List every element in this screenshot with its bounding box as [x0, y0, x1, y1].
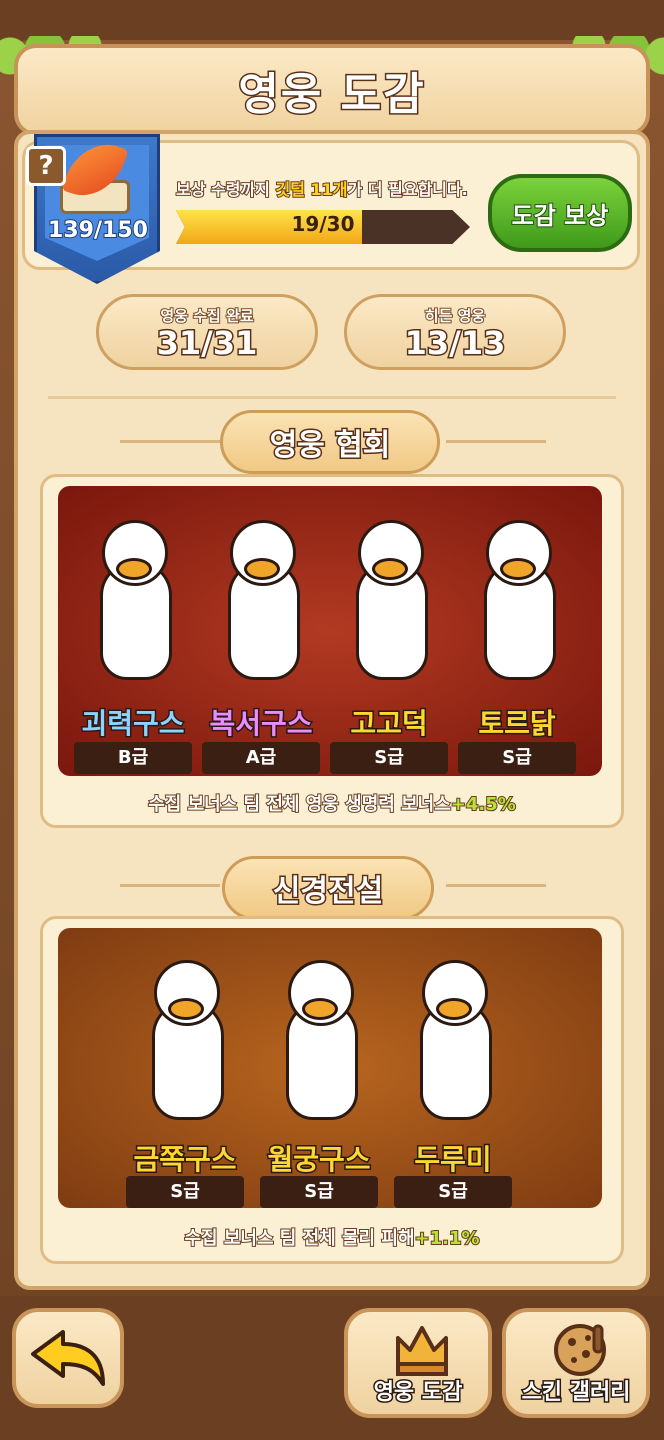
stat-label: 영웅 수집 완료 — [159, 306, 254, 326]
cookie-icon — [554, 1324, 606, 1376]
hero-grade: A급 — [202, 742, 320, 774]
section-title: 영웅 협회 — [220, 410, 440, 474]
stat-value: 13/13 — [403, 324, 507, 362]
hero-grade: B급 — [74, 742, 192, 774]
hero-name: 괴력구스 — [80, 706, 186, 742]
stat-hidden: 히든 영웅 13/13 — [344, 294, 566, 370]
divider — [48, 396, 616, 399]
hero-portrait — [146, 950, 226, 1120]
ornament-line — [446, 884, 546, 887]
collection-reward-button[interactable]: 도감 보상 — [488, 174, 632, 252]
hero-grade: S급 — [126, 1176, 244, 1208]
hero-grade: S급 — [458, 742, 576, 774]
stat-label: 히든 영웅 — [424, 306, 486, 326]
tab-label: 영웅 도감 — [372, 1379, 464, 1407]
section-title: 신경전설 — [222, 856, 434, 920]
hero-portrait — [94, 510, 174, 680]
hero-name: 토르닭 — [477, 706, 557, 742]
hero-grade: S급 — [330, 742, 448, 774]
ornament-line — [120, 884, 220, 887]
hero-name: 복서구스 — [208, 706, 314, 742]
stat-value: 31/31 — [155, 324, 259, 362]
ornament-line — [120, 440, 220, 443]
page-title: 영웅 도감 — [237, 68, 426, 122]
hero-name: 월궁구스 — [266, 1142, 372, 1178]
hero-grade: S급 — [394, 1176, 512, 1208]
hero-name: 금쪽구스 — [132, 1142, 238, 1178]
hero-portrait — [280, 950, 360, 1120]
hero-portrait — [222, 510, 302, 680]
collection-bonus: 수집 보너스 팀 전체 영웅 생명력 보너스+4.5% — [147, 793, 517, 816]
tab-label: 스킨 갤러리 — [520, 1379, 632, 1407]
back-arrow-icon — [31, 1330, 105, 1386]
tab-hero-collection[interactable]: 영웅 도감 — [344, 1308, 492, 1418]
hero-portrait — [414, 950, 494, 1120]
ornament-line — [446, 440, 546, 443]
badge-count: 139/150 — [47, 217, 149, 244]
crown-icon — [396, 1326, 448, 1376]
hero-name: 고고덕 — [349, 706, 429, 742]
hero-portrait — [478, 510, 558, 680]
reward-notice: 보상 수령까지 깃털 11개가 더 필요합니다. — [175, 179, 469, 200]
progress-text: 19/30 — [291, 212, 355, 236]
title-bar: 영웅 도감 — [14, 44, 650, 136]
hero-portrait — [350, 510, 430, 680]
collection-bonus: 수집 보너스 팀 전체 물리 피해+1.1% — [183, 1227, 480, 1250]
stat-collected: 영웅 수집 완료 31/31 — [96, 294, 318, 370]
hero-grade: S급 — [260, 1176, 378, 1208]
back-button[interactable] — [12, 1308, 124, 1408]
tab-skin-gallery[interactable]: 스킨 갤러리 — [502, 1308, 650, 1418]
question-icon[interactable]: ? — [26, 146, 66, 186]
hero-name: 두루미 — [413, 1142, 493, 1178]
